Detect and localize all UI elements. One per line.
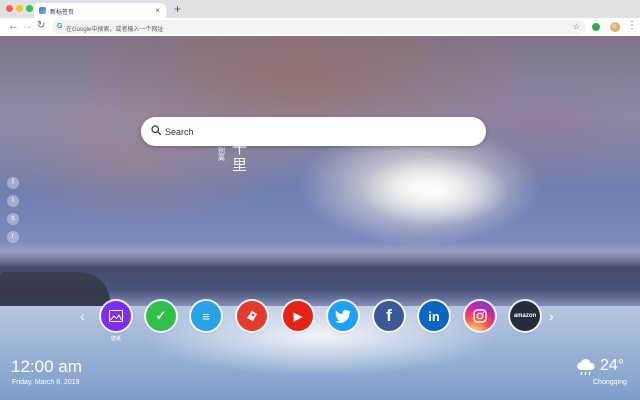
shortcut-games[interactable] bbox=[235, 299, 269, 333]
shortcut-linkedin[interactable]: in bbox=[417, 299, 451, 333]
window-zoom-button[interactable] bbox=[26, 5, 33, 12]
tab-favicon-icon bbox=[39, 7, 46, 14]
shortcuts-prev-arrow[interactable]: ‹ bbox=[80, 309, 85, 323]
new-tab-button[interactable]: + bbox=[174, 3, 181, 15]
share-icon[interactable]: s bbox=[7, 213, 19, 225]
extension-status-icon[interactable] bbox=[592, 23, 600, 31]
clock-time: 12:00 am bbox=[11, 357, 82, 376]
tab-title: 新标签页 bbox=[50, 10, 75, 16]
bookmark-star-icon[interactable]: ☆ bbox=[573, 22, 580, 31]
weather-city: Chongqing bbox=[593, 379, 627, 386]
shortcut-todo[interactable]: ✓ bbox=[144, 299, 178, 333]
shortcut-wallpaper-label: 壁纸 bbox=[110, 336, 121, 342]
reload-button[interactable]: ↻ bbox=[37, 19, 45, 33]
window-close-button[interactable] bbox=[6, 5, 13, 12]
twitter-share-icon[interactable]: t bbox=[7, 195, 19, 207]
calligraphy-small: 别离 bbox=[218, 147, 225, 162]
shortcuts-next-arrow[interactable]: › bbox=[549, 309, 554, 323]
reddit-share-icon[interactable]: r bbox=[7, 231, 19, 243]
weather-temperature[interactable]: 24° bbox=[600, 357, 624, 375]
shortcut-facebook[interactable]: f bbox=[372, 299, 406, 333]
shortcut-youtube[interactable]: ▶ bbox=[281, 299, 315, 333]
facebook-share-icon[interactable]: f bbox=[7, 177, 19, 189]
forward-button[interactable]: → bbox=[22, 19, 33, 33]
calligraphy-big: 千里 bbox=[232, 139, 248, 174]
search-icon bbox=[151, 125, 161, 135]
search-input[interactable] bbox=[165, 121, 465, 142]
address-bar[interactable]: G 在Google中搜索，或者输入一个网址 ☆ bbox=[52, 20, 586, 34]
google-icon: G bbox=[57, 23, 63, 30]
shortcut-amazon[interactable]: amazon bbox=[508, 299, 542, 333]
tab-strip: 新标签页 × + bbox=[0, 0, 640, 19]
shortcut-instagram[interactable] bbox=[463, 299, 497, 333]
frozen-lake bbox=[0, 306, 640, 400]
sun-glow bbox=[360, 156, 510, 226]
search-bar[interactable] bbox=[141, 117, 486, 146]
cloud-rain-icon[interactable] bbox=[575, 359, 597, 377]
shortcut-notes[interactable]: ≡ bbox=[189, 299, 223, 333]
address-placeholder: 在Google中搜索，或者输入一个网址 bbox=[66, 27, 164, 33]
toolbar: ← → ↻ G 在Google中搜索，或者输入一个网址 ☆ ⋮ bbox=[0, 18, 640, 36]
clock-date: Friday, March 8, 2019 bbox=[12, 379, 80, 386]
tab-new-tab[interactable]: 新标签页 × bbox=[34, 3, 166, 19]
back-button[interactable]: ← bbox=[8, 19, 19, 33]
tab-close-icon[interactable]: × bbox=[155, 6, 160, 15]
window-minimize-button[interactable] bbox=[16, 5, 23, 12]
profile-avatar[interactable] bbox=[610, 22, 620, 32]
shortcut-twitter[interactable] bbox=[326, 299, 360, 333]
browser-menu-icon[interactable]: ⋮ bbox=[627, 20, 637, 32]
browser-chrome: 新标签页 × + ← → ↻ G 在Google中搜索，或者输入一个网址 ☆ ⋮ bbox=[0, 0, 640, 36]
shortcut-wallpaper[interactable] bbox=[99, 299, 133, 333]
new-tab-page bbox=[0, 36, 640, 400]
